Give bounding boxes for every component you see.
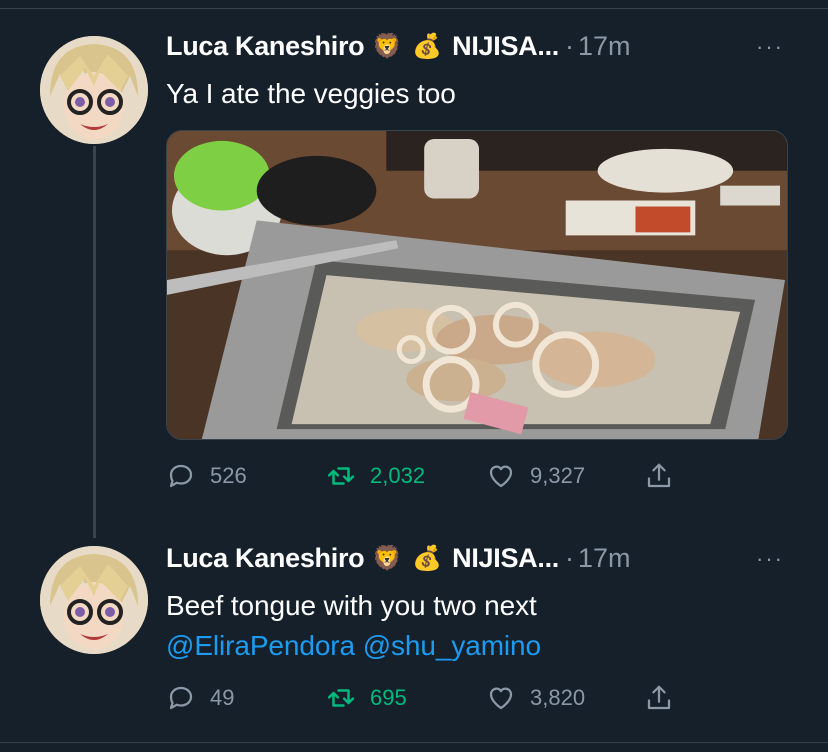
retweet-button[interactable]: 2,032 bbox=[326, 461, 425, 491]
retweet-count: 695 bbox=[370, 685, 407, 710]
author-name[interactable]: Luca Kaneshiro bbox=[166, 543, 365, 574]
author-affiliation: NIJISA... bbox=[452, 542, 559, 573]
thread-connector-line bbox=[93, 146, 96, 538]
heart-icon bbox=[489, 687, 513, 710]
timestamp[interactable]: 17m bbox=[578, 543, 631, 574]
author-name[interactable]: Luca Kaneshiro bbox=[166, 31, 365, 62]
reply-button[interactable]: 49 bbox=[166, 683, 234, 713]
more-options-icon[interactable]: ··· bbox=[756, 546, 784, 572]
money-bag-emoji-icon: 💰 bbox=[412, 544, 443, 572]
retweet-icon bbox=[327, 689, 355, 707]
separator-dot: · bbox=[564, 542, 574, 573]
share-icon bbox=[647, 685, 671, 710]
like-button[interactable]: 9,327 bbox=[486, 461, 585, 491]
reply-icon bbox=[169, 464, 193, 488]
tweet-media-image[interactable] bbox=[166, 130, 788, 440]
like-button[interactable]: 3,820 bbox=[486, 683, 585, 713]
tweet-text-line: Beef tongue with you two next bbox=[166, 590, 537, 621]
lion-emoji-icon: 🦁 bbox=[372, 544, 403, 572]
share-button[interactable] bbox=[644, 461, 688, 491]
mention-link[interactable]: @shu_yamino bbox=[363, 630, 541, 661]
mention-link[interactable]: @EliraPendora bbox=[166, 630, 355, 661]
tweet-header: Luca Kaneshiro 🦁 💰 NIJISA... · 17m bbox=[166, 542, 631, 574]
avatar[interactable] bbox=[40, 36, 148, 144]
retweet-icon bbox=[327, 467, 355, 485]
avatar[interactable] bbox=[40, 546, 148, 654]
top-divider bbox=[0, 8, 828, 9]
share-button[interactable] bbox=[644, 683, 688, 713]
timestamp[interactable]: 17m bbox=[578, 31, 631, 62]
retweet-count: 2,032 bbox=[370, 463, 426, 488]
money-bag-emoji-icon: 💰 bbox=[412, 32, 443, 60]
tweet-text: Beef tongue with you two next @EliraPend… bbox=[166, 588, 541, 664]
share-icon bbox=[647, 463, 671, 488]
reply-count: 526 bbox=[210, 463, 247, 488]
author-affiliation: NIJISA... bbox=[452, 30, 559, 61]
reply-button[interactable]: 526 bbox=[166, 461, 247, 491]
lion-emoji-icon: 🦁 bbox=[372, 32, 403, 60]
retweet-button[interactable]: 695 bbox=[326, 683, 407, 713]
reply-icon bbox=[169, 686, 193, 710]
tweet-header: Luca Kaneshiro 🦁 💰 NIJISA... · 17m bbox=[166, 30, 631, 62]
separator-dot: · bbox=[564, 30, 574, 61]
tweet-text: Ya I ate the veggies too bbox=[166, 78, 456, 109]
bottom-divider bbox=[0, 742, 828, 743]
heart-icon bbox=[489, 465, 513, 488]
more-options-icon[interactable]: ··· bbox=[756, 34, 784, 60]
like-count: 9,327 bbox=[530, 463, 586, 488]
tweet-mentions: @EliraPendora @shu_yamino bbox=[166, 628, 541, 664]
like-count: 3,820 bbox=[530, 685, 586, 710]
reply-count: 49 bbox=[210, 685, 235, 710]
